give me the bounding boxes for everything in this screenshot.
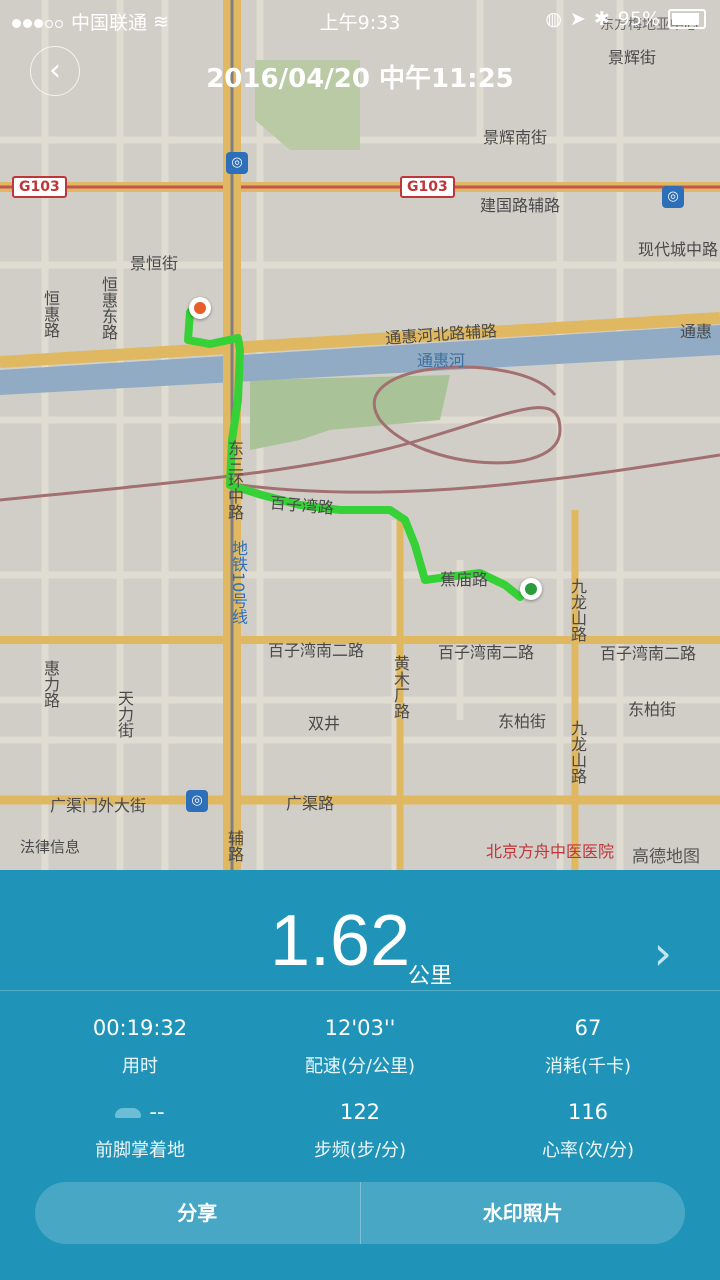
map-label: 东三环中路 bbox=[225, 440, 244, 520]
map-label: 建国路辅路 bbox=[480, 196, 561, 215]
highway-shield: G103 bbox=[12, 176, 67, 198]
route-map[interactable]: 景辉街 景辉南街 景恒街 建国路辅路 现代城中路 通惠河北路辅路 通惠 通惠河 … bbox=[0, 0, 720, 870]
map-label: 广渠门外大街 bbox=[50, 796, 147, 815]
map-label: 辅路 bbox=[225, 830, 244, 862]
stat-label: 消耗(千卡) bbox=[544, 1056, 632, 1077]
map-label: 蕉庙路 bbox=[440, 570, 489, 589]
start-pin-icon bbox=[189, 297, 211, 319]
distance-unit: 公里 bbox=[408, 964, 453, 989]
header: ‹ 2016/04/20 中午11:25 bbox=[0, 46, 720, 106]
summary-panel: 1.62 公里 › 00:19:32 用时 12'03'' 配速(分/公里) 6… bbox=[0, 870, 720, 1280]
map-label: 广渠路 bbox=[286, 794, 335, 813]
map-label: 通惠 bbox=[680, 322, 713, 341]
status-bar: 中国联通 ≋ 上午9:33 ◍ ➤ ✱ 95% bbox=[0, 0, 720, 40]
distance-row[interactable]: 1.62 公里 › bbox=[0, 890, 720, 1010]
battery-icon bbox=[668, 9, 706, 29]
map-provider-logo: 高德地图 bbox=[632, 847, 700, 867]
stat-label: 前脚掌着地 bbox=[95, 1140, 185, 1161]
share-button[interactable]: 分享 bbox=[35, 1182, 360, 1244]
bluetooth-icon: ✱ bbox=[593, 8, 610, 30]
stat-value: 12'03'' bbox=[324, 1016, 396, 1040]
map-label: 百子湾南二路 bbox=[600, 644, 697, 663]
stat-label: 步频(步/分) bbox=[313, 1140, 407, 1161]
stat-cadence: 122 步频(步/分) bbox=[240, 1100, 480, 1162]
stat-value: -- bbox=[149, 1100, 165, 1124]
metro-station-icon: ◎ bbox=[226, 152, 248, 174]
map-label: 恒惠路 bbox=[41, 290, 60, 338]
legal-link[interactable]: 法律信息 bbox=[20, 836, 80, 857]
stat-duration: 00:19:32 用时 bbox=[20, 1016, 260, 1078]
map-label: 景恒街 bbox=[130, 254, 179, 273]
stat-foot-strike: -- 前脚掌着地 bbox=[20, 1100, 260, 1162]
map-label: 百子湾南二路 bbox=[268, 641, 365, 660]
map-label: 东柏街 bbox=[498, 712, 547, 731]
map-label: 恒惠东路 bbox=[99, 276, 118, 340]
map-label: 九龙山路 bbox=[568, 720, 587, 784]
stat-label: 配速(分/公里) bbox=[304, 1056, 416, 1077]
end-pin-icon bbox=[520, 578, 542, 600]
stat-value: 116 bbox=[567, 1100, 609, 1124]
map-label: 现代城中路 bbox=[638, 240, 719, 259]
map-label: 天力街 bbox=[115, 690, 134, 738]
stat-label: 心率(次/分) bbox=[541, 1140, 635, 1161]
map-label: 百子湾南二路 bbox=[438, 643, 535, 662]
location-icon: ➤ bbox=[569, 8, 586, 30]
action-bar: 分享 水印照片 bbox=[35, 1182, 685, 1244]
map-label: 九龙山路 bbox=[568, 578, 587, 642]
divider bbox=[0, 990, 720, 991]
shoe-icon bbox=[115, 1108, 142, 1118]
map-label: 地铁10号线 bbox=[229, 540, 248, 625]
map-label: 东柏街 bbox=[628, 700, 677, 719]
page-title: 2016/04/20 中午11:25 bbox=[206, 64, 514, 94]
stat-calories: 67 消耗(千卡) bbox=[468, 1016, 708, 1078]
metro-station-icon: ◎ bbox=[186, 790, 208, 812]
stat-pace: 12'03'' 配速(分/公里) bbox=[240, 1016, 480, 1078]
stat-value: 00:19:32 bbox=[92, 1016, 188, 1040]
map-label: 景辉南街 bbox=[483, 128, 548, 147]
map-label: 北京方舟中医医院 bbox=[486, 842, 615, 861]
chevron-right-icon[interactable]: › bbox=[654, 926, 672, 980]
battery-percent: 95% bbox=[617, 8, 660, 30]
distance-value: 1.62 bbox=[270, 901, 411, 981]
map-canvas bbox=[0, 0, 720, 870]
watermark-photo-button[interactable]: 水印照片 bbox=[361, 1182, 686, 1244]
map-label: 惠力路 bbox=[41, 660, 60, 708]
metro-station-icon: ◎ bbox=[662, 186, 684, 208]
map-label: 通惠河 bbox=[417, 351, 466, 370]
stat-value: 122 bbox=[339, 1100, 381, 1124]
stat-value: 67 bbox=[574, 1016, 602, 1040]
orientation-lock-icon: ◍ bbox=[545, 8, 562, 30]
stat-heart-rate: 116 心率(次/分) bbox=[468, 1100, 708, 1162]
map-label: 黄木厂路 bbox=[391, 655, 410, 719]
map-label: 双井 bbox=[308, 714, 341, 733]
highway-shield: G103 bbox=[400, 176, 455, 198]
stat-label: 用时 bbox=[122, 1056, 158, 1077]
